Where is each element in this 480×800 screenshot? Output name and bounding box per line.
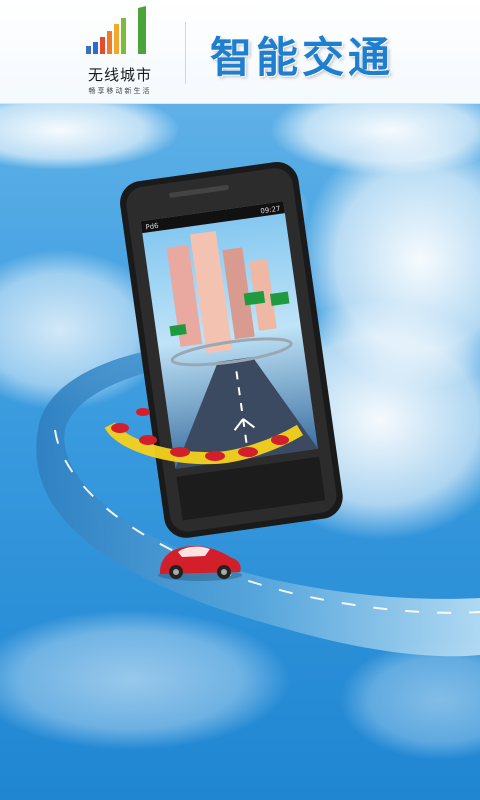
header-divider: [185, 22, 186, 84]
brand-tagline: 畅享移动新生活: [88, 87, 152, 95]
brand-name: 无线城市: [87, 66, 152, 84]
header-bar: 无线城市 畅享移动新生活 智能交通: [0, 0, 480, 104]
app-title: 智能交通: [210, 33, 395, 82]
splash-illustration: Pd6 09:27: [0, 0, 480, 800]
brand-logo-icon: [86, 6, 146, 54]
splash-screen: Pd6 09:27 无线城市 畅享移动新生活 智能交通: [0, 0, 480, 800]
